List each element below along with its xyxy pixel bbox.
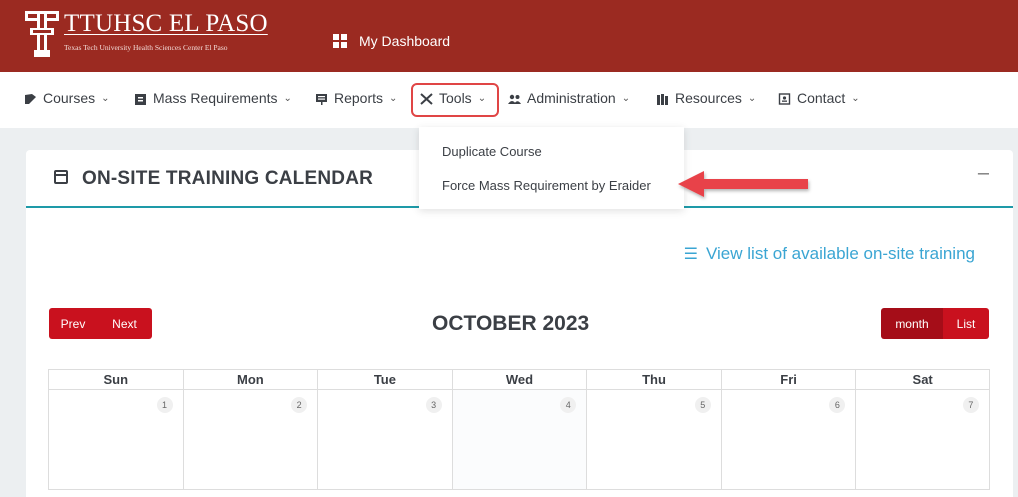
presentation-icon [315, 92, 328, 105]
weekday-sat: Sat [855, 369, 990, 390]
courses-icon [24, 92, 37, 104]
ttuhsc-logo[interactable]: TTUHSC EL PASO Texas Tech University Hea… [24, 10, 268, 58]
calendar-day-cell[interactable]: 7 [855, 390, 990, 490]
view-toggle-group: month List [881, 308, 989, 339]
clipboard-icon [134, 92, 147, 105]
tools-dropdown-menu: Duplicate Course Force Mass Requirement … [419, 127, 684, 209]
chevron-down-icon: ⌄ [389, 92, 398, 104]
prev-next-group: Prev Next [49, 308, 152, 339]
users-icon [508, 92, 521, 104]
card-title: ON-SITE TRAINING CALENDAR [82, 168, 374, 189]
weekday-fri: Fri [720, 369, 856, 390]
calendar-day-cell[interactable]: 4 [451, 390, 587, 490]
day-number: 4 [560, 397, 577, 413]
day-number: 3 [425, 397, 442, 413]
weekday-thu: Thu [586, 369, 721, 390]
nav-mass-requirements[interactable]: Mass Requirements ⌄ [134, 90, 292, 106]
nav-mass-requirements-label: Mass Requirements [153, 90, 278, 106]
day-number: 1 [156, 397, 173, 413]
month-title: OCTOBER 2023 [432, 312, 590, 335]
chevron-down-icon: ⌄ [621, 92, 631, 104]
weekday-mon: Mon [182, 369, 318, 390]
dashboard-icon [333, 34, 347, 48]
nav-resources[interactable]: Resources ⌄ [656, 90, 756, 106]
weekday-sun: Sun [48, 369, 183, 390]
double-t-logo-icon [24, 10, 60, 58]
month-view-button[interactable]: month [881, 308, 943, 339]
weekday-tue: Tue [317, 369, 452, 390]
logo-title: TTUHSC EL PASO [64, 10, 268, 37]
books-icon [656, 92, 669, 105]
chevron-down-icon: ⌄ [101, 92, 110, 104]
list-icon: ☰ [683, 246, 698, 263]
nav-reports-label: Reports [334, 90, 384, 106]
menu-item-force-mass-requirement[interactable]: Force Mass Requirement by Eraider [442, 178, 651, 193]
weekday-header: Sun Mon Tue Wed Thu Fri Sat [48, 369, 990, 390]
chevron-down-icon: ⌄ [851, 92, 860, 104]
day-number: 2 [291, 397, 308, 413]
next-button[interactable]: Next [97, 308, 152, 339]
chevron-down-icon: ⌄ [283, 92, 292, 104]
nav-reports[interactable]: Reports ⌄ [315, 90, 397, 106]
top-header: TTUHSC EL PASO Texas Tech University Hea… [0, 0, 1018, 72]
my-dashboard-link[interactable]: My Dashboard [333, 33, 450, 49]
view-list-link[interactable]: ☰ View list of available on-site trainin… [684, 244, 975, 264]
chevron-down-icon: ⌄ [747, 92, 757, 104]
contact-card-icon [778, 92, 791, 105]
nav-courses[interactable]: Courses ⌄ [24, 90, 110, 106]
menu-item-duplicate-course[interactable]: Duplicate Course [442, 144, 542, 159]
nav-contact-label: Contact [797, 90, 846, 106]
annotation-arrow-icon [678, 171, 808, 197]
main-nav: Courses ⌄ Mass Requirements ⌄ Reports ⌄ … [0, 72, 1018, 128]
view-list-label: View list of available on-site training [706, 244, 975, 263]
nav-administration-label: Administration [527, 90, 616, 106]
day-number: 6 [829, 397, 846, 413]
nav-courses-label: Courses [43, 90, 96, 106]
weekday-wed: Wed [451, 369, 587, 390]
nav-administration[interactable]: Administration ⌄ [508, 90, 630, 106]
calendar-day-cell[interactable]: 1 [48, 390, 183, 490]
calendar-day-cell[interactable]: 3 [317, 390, 452, 490]
collapse-button[interactable]: – [978, 162, 989, 185]
calendar-grid: Sun Mon Tue Wed Thu Fri Sat 1 2 3 4 5 6 … [48, 369, 990, 490]
calendar-week-row: 1 2 3 4 5 6 7 [48, 390, 990, 490]
list-view-button[interactable]: List [943, 308, 989, 339]
nav-resources-label: Resources [675, 90, 742, 106]
logo-subtitle: Texas Tech University Health Sciences Ce… [64, 43, 228, 52]
calendar-icon [54, 170, 68, 184]
calendar-day-cell[interactable]: 2 [182, 390, 318, 490]
tools-highlight-box [411, 83, 499, 117]
prev-button[interactable]: Prev [49, 308, 97, 339]
day-number: 7 [962, 397, 979, 413]
day-number: 5 [694, 397, 711, 413]
calendar-day-cell[interactable]: 5 [586, 390, 721, 490]
nav-contact[interactable]: Contact ⌄ [778, 90, 860, 106]
my-dashboard-label: My Dashboard [359, 33, 451, 49]
calendar-day-cell[interactable]: 6 [720, 390, 856, 490]
